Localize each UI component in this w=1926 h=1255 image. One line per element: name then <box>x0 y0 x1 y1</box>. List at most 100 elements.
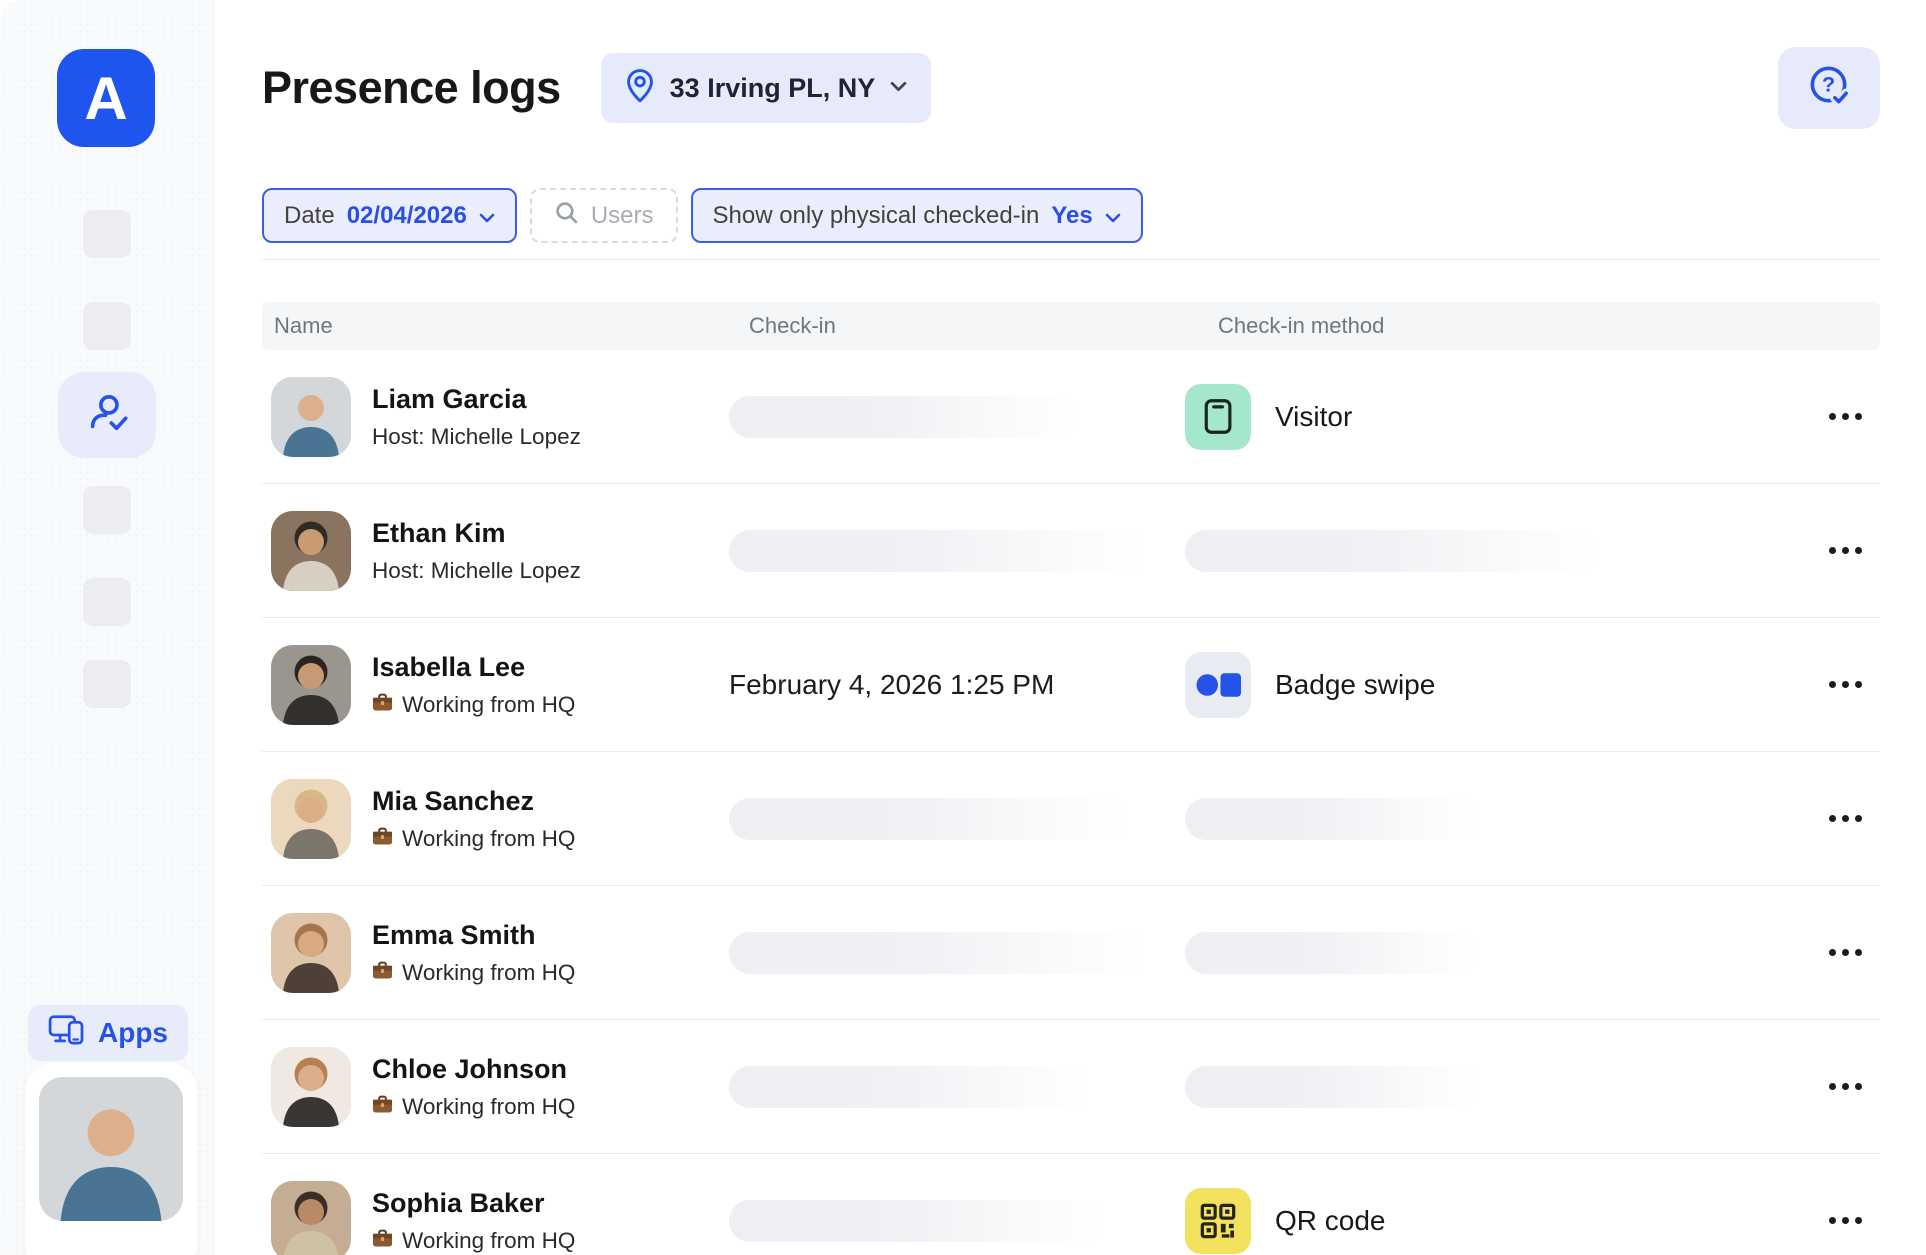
checkin-method-cell <box>1185 798 1810 840</box>
briefcase-icon <box>372 826 393 852</box>
column-header-checkin-method: Check-in method <box>1185 313 1810 339</box>
avatar <box>39 1077 183 1221</box>
checkin-cell <box>729 1200 1185 1242</box>
location-label: 33 Irving PL, NY <box>670 73 876 104</box>
sidebar-item-placeholder[interactable] <box>83 578 131 626</box>
checkin-method-cell: QR code <box>1185 1188 1810 1254</box>
checkin-method-skeleton <box>1185 932 1480 974</box>
avatar <box>271 1181 351 1255</box>
sidebar-item-presence-logs-active[interactable] <box>58 372 156 458</box>
filters-bar: Date 02/04/2026 Users Show only physical… <box>262 188 1880 243</box>
sidebar-item-placeholder[interactable] <box>83 302 131 350</box>
ellipsis-icon <box>1829 949 1836 956</box>
row-menu-button[interactable] <box>1810 1191 1880 1251</box>
checkin-method-skeleton <box>1185 530 1600 572</box>
checkin-skeleton <box>729 396 1079 438</box>
app-logo[interactable]: A <box>57 49 155 147</box>
location-pin-icon <box>625 68 655 109</box>
date-filter-value: 02/04/2026 <box>347 202 467 230</box>
row-menu-button[interactable] <box>1810 655 1880 715</box>
search-icon <box>554 200 579 232</box>
briefcase-icon <box>372 1228 393 1254</box>
ellipsis-icon <box>1829 815 1836 822</box>
ellipsis-icon <box>1829 1083 1836 1090</box>
chevron-down-icon <box>479 202 495 230</box>
table-row: Liam Garcia Host: Michelle Lopez Visitor <box>262 350 1880 484</box>
checkin-method-cell: Visitor <box>1185 384 1810 450</box>
row-subtitle: Working from HQ <box>402 1228 575 1254</box>
devices-icon <box>48 1014 85 1052</box>
location-dropdown[interactable]: 33 Irving PL, NY <box>601 53 932 123</box>
physical-filter-value: Yes <box>1051 202 1092 230</box>
checkin-skeleton <box>729 932 1147 974</box>
table-row: Emma Smith Working from HQ <box>262 886 1880 1020</box>
table-row: Sophia Baker Working from HQ QR code <box>262 1154 1880 1255</box>
name-cell: Liam Garcia Host: Michelle Lopez <box>262 377 729 457</box>
name-cell: Isabella Lee Working from HQ <box>262 645 729 725</box>
checkin-skeleton <box>729 530 1147 572</box>
svg-text:?: ? <box>1821 72 1834 96</box>
chevron-down-icon <box>1105 202 1121 230</box>
page-header: Presence logs 33 Irving PL, NY ? <box>262 46 1880 130</box>
column-header-name: Name <box>262 313 729 339</box>
page-title: Presence logs <box>262 62 561 114</box>
help-button[interactable]: ? <box>1778 47 1880 129</box>
checkin-time: February 4, 2026 1:25 PM <box>729 669 1054 700</box>
row-subtitle: Working from HQ <box>402 826 575 852</box>
sidebar: A Apps <box>0 0 215 1255</box>
checkin-method-label: Visitor <box>1275 401 1352 433</box>
chevron-down-icon <box>890 79 907 97</box>
ellipsis-icon <box>1829 547 1836 554</box>
user-check-icon <box>84 390 130 441</box>
briefcase-icon <box>372 692 393 718</box>
row-menu-button[interactable] <box>1810 387 1880 447</box>
checkin-skeleton <box>729 1200 1107 1242</box>
users-search-placeholder: Users <box>591 202 654 230</box>
current-user-avatar[interactable] <box>25 1063 197 1255</box>
checkin-cell <box>729 530 1185 572</box>
ellipsis-icon <box>1829 1217 1836 1224</box>
person-name: Liam Garcia <box>372 384 581 415</box>
table-row: Isabella Lee Working from HQ February 4,… <box>262 618 1880 752</box>
ellipsis-icon <box>1829 681 1836 688</box>
row-subtitle: Host: Michelle Lopez <box>372 424 581 450</box>
name-cell: Emma Smith Working from HQ <box>262 913 729 993</box>
column-header-checkin: Check-in <box>729 313 1185 339</box>
row-menu-button[interactable] <box>1810 521 1880 581</box>
badge-swipe-icon <box>1185 652 1251 718</box>
row-subtitle: Host: Michelle Lopez <box>372 558 581 584</box>
name-cell: Chloe Johnson Working from HQ <box>262 1047 729 1127</box>
checkin-method-cell <box>1185 932 1810 974</box>
avatar <box>271 377 351 457</box>
checkin-cell <box>729 932 1185 974</box>
briefcase-icon <box>372 1094 393 1120</box>
visitor-icon <box>1185 384 1251 450</box>
physical-filter-label: Show only physical checked-in <box>713 202 1040 230</box>
row-subtitle: Working from HQ <box>402 692 575 718</box>
sidebar-item-placeholder[interactable] <box>83 660 131 708</box>
person-name: Chloe Johnson <box>372 1054 575 1085</box>
checkin-skeleton <box>729 1066 1091 1108</box>
divider <box>262 259 1880 260</box>
sidebar-item-placeholder[interactable] <box>83 210 131 258</box>
date-filter[interactable]: Date 02/04/2026 <box>262 188 517 243</box>
table-row: Chloe Johnson Working from HQ <box>262 1020 1880 1154</box>
person-name: Emma Smith <box>372 920 575 951</box>
row-subtitle: Working from HQ <box>402 960 575 986</box>
checkin-cell: February 4, 2026 1:25 PM <box>729 669 1185 701</box>
checkin-method-label: Badge swipe <box>1275 669 1435 701</box>
users-search[interactable]: Users <box>530 188 678 243</box>
row-menu-button[interactable] <box>1810 923 1880 983</box>
physical-checkin-filter[interactable]: Show only physical checked-in Yes <box>691 188 1143 243</box>
row-menu-button[interactable] <box>1810 1057 1880 1117</box>
ellipsis-icon <box>1829 413 1836 420</box>
qr-code-icon <box>1185 1188 1251 1254</box>
name-cell: Mia Sanchez Working from HQ <box>262 779 729 859</box>
checkin-cell <box>729 396 1185 438</box>
sidebar-item-placeholder[interactable] <box>83 486 131 534</box>
table-row: Mia Sanchez Working from HQ <box>262 752 1880 886</box>
avatar <box>271 645 351 725</box>
row-menu-button[interactable] <box>1810 789 1880 849</box>
apps-button[interactable]: Apps <box>28 1005 188 1061</box>
person-name: Ethan Kim <box>372 518 581 549</box>
